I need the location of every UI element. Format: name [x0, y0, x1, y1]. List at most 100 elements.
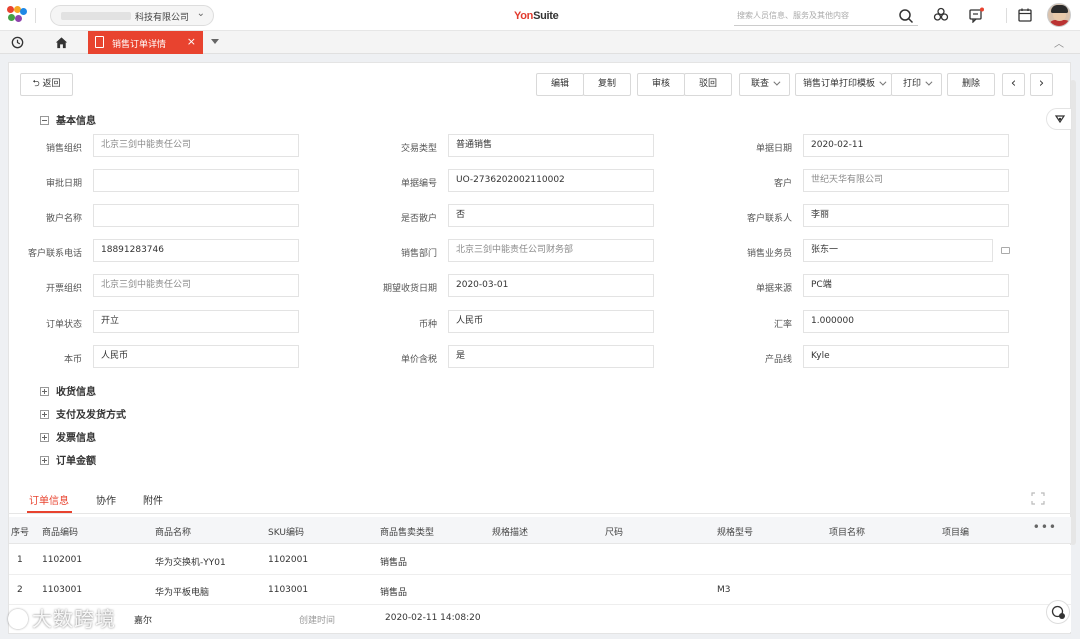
- product-code: 1103001: [42, 585, 83, 595]
- header-divider: [35, 8, 36, 23]
- section-basic-info-title: 基本信息: [56, 116, 96, 127]
- prev-button[interactable]: ‹: [1002, 73, 1025, 96]
- next-button[interactable]: ›: [1030, 73, 1053, 96]
- expected-receipt-date-field[interactable]: 2020-03-01: [448, 274, 654, 297]
- creator-name: 嘉尔: [134, 616, 153, 626]
- close-icon[interactable]: ×: [187, 35, 196, 48]
- tab-collaboration[interactable]: 协作: [96, 492, 116, 507]
- expand-icon[interactable]: [40, 456, 49, 465]
- chevron-down-icon: ⌄: [196, 8, 205, 19]
- column-header: 商品售卖类型: [380, 528, 435, 538]
- delete-button[interactable]: 删除: [947, 73, 995, 96]
- field-label: 交易类型: [400, 144, 437, 154]
- print-template-select[interactable]: 销售订单打印模板: [795, 73, 892, 96]
- back-button[interactable]: ⮌ 返回: [20, 73, 73, 96]
- section-invoice-title: 发票信息: [56, 433, 96, 444]
- section-receive-info[interactable]: 收货信息: [40, 383, 96, 398]
- tab-order-info[interactable]: 订单信息: [29, 492, 69, 507]
- transaction-type-field[interactable]: 普通销售: [448, 134, 654, 157]
- customer-field[interactable]: 世纪天华有限公司: [803, 169, 1009, 192]
- search-input[interactable]: [734, 6, 892, 24]
- document-number-field[interactable]: UO-2736202002110002: [448, 169, 654, 192]
- price-includes-tax-field[interactable]: 是: [448, 345, 654, 368]
- field-label: 销售部门: [400, 249, 437, 259]
- expand-icon[interactable]: [40, 387, 49, 396]
- exchange-rate-field[interactable]: 1.000000: [803, 310, 1009, 333]
- field-label: 客户: [773, 179, 792, 189]
- sales-org-field[interactable]: 北京三剑中能责任公司: [93, 134, 299, 157]
- print-button[interactable]: 打印: [891, 73, 942, 96]
- section-invoice-info[interactable]: 发票信息: [40, 429, 96, 444]
- approval-date-field[interactable]: [93, 169, 299, 192]
- chat-icon[interactable]: [1001, 247, 1010, 254]
- section-payment-shipping[interactable]: 支付及发货方式: [40, 406, 126, 421]
- org-name: 科技有限公司: [135, 13, 190, 23]
- field-label: 销售组织: [45, 144, 82, 154]
- sku-code: 1102001: [268, 555, 309, 565]
- customer-phone-field[interactable]: 18891283746: [93, 239, 299, 262]
- tab-dropdown-icon[interactable]: [211, 39, 219, 44]
- retail-name-field[interactable]: [93, 204, 299, 227]
- sale-type: 销售品: [380, 588, 408, 598]
- product-name: 华为平板电脑: [155, 588, 210, 598]
- field-label: 期望收货日期: [382, 284, 437, 294]
- field-label: 产品线: [764, 355, 792, 365]
- user-avatar[interactable]: [1047, 3, 1071, 27]
- document-date-field[interactable]: 2020-02-11: [803, 134, 1009, 157]
- invoice-org-field[interactable]: 北京三剑中能责任公司: [93, 274, 299, 297]
- chevron-down-icon: [879, 78, 887, 86]
- collapse-up-icon[interactable]: ︿: [1054, 35, 1064, 50]
- side-panel-toggle[interactable]: [1046, 108, 1072, 130]
- document-source-field[interactable]: PC端: [803, 274, 1009, 297]
- column-header: 商品名称: [155, 528, 192, 538]
- table-row[interactable]: 2 1103001 华为平板电脑 1103001 销售品 M3: [9, 575, 1071, 605]
- local-currency-field[interactable]: 人民币: [93, 345, 299, 368]
- currency-field[interactable]: 人民币: [448, 310, 654, 333]
- search-icon[interactable]: [898, 8, 914, 24]
- back-button-label: 返回: [42, 79, 61, 89]
- field-label: 单据编号: [400, 179, 437, 189]
- home-icon[interactable]: [54, 35, 69, 50]
- order-status-field[interactable]: 开立: [93, 310, 299, 333]
- document-icon: [95, 36, 104, 48]
- chevron-down-icon: [773, 78, 781, 86]
- created-time-label: 创建时间: [299, 616, 336, 626]
- field-label: 是否散户: [400, 214, 437, 224]
- tab-bar: 销售订单详情 × ︿: [0, 31, 1080, 54]
- tab-attachments[interactable]: 附件: [143, 492, 163, 507]
- copy-button[interactable]: 复制: [583, 73, 631, 96]
- product-line-field[interactable]: Kyle: [803, 345, 1009, 368]
- collapse-icon[interactable]: [40, 116, 49, 125]
- customer-contact-field[interactable]: 李丽: [803, 204, 1009, 227]
- field-label: 订单状态: [45, 320, 82, 330]
- edit-button[interactable]: 编辑: [536, 73, 584, 96]
- calendar-icon[interactable]: [1017, 7, 1033, 23]
- is-retail-field[interactable]: 否: [448, 204, 654, 227]
- expand-icon[interactable]: [40, 410, 49, 419]
- expand-icon[interactable]: [40, 433, 49, 442]
- field-label: 单据来源: [755, 284, 792, 294]
- section-order-amount[interactable]: 订单金额: [40, 452, 96, 467]
- sales-department-field[interactable]: 北京三剑中能责任公司财务部: [448, 239, 654, 262]
- section-basic-info[interactable]: 基本信息: [40, 112, 96, 127]
- message-icon[interactable]: [968, 7, 984, 23]
- tab-sales-order-detail[interactable]: 销售订单详情 ×: [88, 31, 203, 54]
- global-search[interactable]: [734, 6, 918, 26]
- salesperson-field[interactable]: 张东一: [803, 239, 993, 262]
- app-logo-icon[interactable]: [7, 6, 27, 24]
- linked-query-button[interactable]: 联查: [739, 73, 790, 96]
- fullscreen-icon[interactable]: [1031, 492, 1045, 505]
- apps-icon[interactable]: [933, 7, 949, 23]
- reject-button[interactable]: 驳回: [684, 73, 732, 96]
- watermark-logo-icon: [8, 609, 28, 629]
- help-assistant-icon[interactable]: [1046, 600, 1070, 624]
- organization-select[interactable]: 科技有限公司 ⌄: [50, 5, 214, 26]
- sale-type: 销售品: [380, 558, 408, 568]
- table-row[interactable]: 1 1102001 华为交换机-YY01 1102001 销售品: [9, 545, 1071, 575]
- field-label: 散户名称: [45, 214, 82, 224]
- product-code: 1102001: [42, 555, 83, 565]
- history-icon[interactable]: [10, 35, 25, 50]
- field-label: 汇率: [773, 320, 792, 330]
- column-settings-icon[interactable]: •••: [1033, 520, 1057, 534]
- audit-button[interactable]: 审核: [637, 73, 685, 96]
